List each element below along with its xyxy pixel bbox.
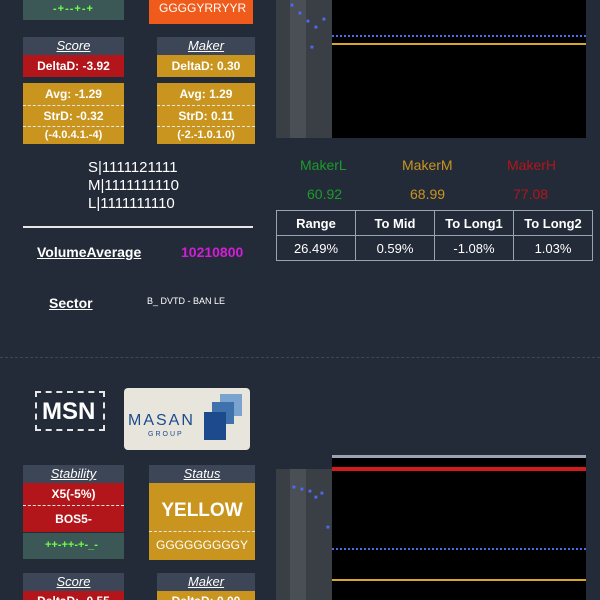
status-card-partial: GGGGYRRYYR [149,0,253,24]
slm-m: M|1111111110 [88,177,179,194]
slm-s: S|1111121111 [88,159,178,176]
status-value: YELLOW [149,483,255,532]
score-header-bottom: Score [23,573,124,591]
table-header: Range [276,210,356,236]
mid-line [332,548,586,550]
volume-value: 10210800 [181,244,244,260]
logo-sub: GROUP [148,431,184,438]
maker-delta: DeltaD: 0.30 [157,55,255,77]
chart-area [332,0,586,138]
score-header: Score [23,37,124,55]
top-line-gray [332,455,586,458]
stability-marks: -+--+-+ [53,3,94,15]
status-sequence: GGGGGGGGGY [149,532,255,560]
sector-value: B_ DVTD - BAN LE [147,296,226,306]
maker-delta-bottom: DeltaD: 0.00 [157,591,255,600]
maker-l-value: 60.92 [307,186,343,202]
price-dots: ■ ■ ■ ■ ■ ■ [290,3,326,51]
maker-header: Maker [157,37,255,55]
long-line [332,43,586,45]
mid-line [332,35,586,37]
stability-marks: ++-++-+-_- [45,539,98,551]
table-header: To Long2 [513,210,593,236]
table-cell: 0.59% [355,235,435,261]
maker-h-name: MakerH [507,157,557,173]
score-avg: Avg: -1.29 [23,83,124,106]
maker-strd: StrD: 0.11 [157,106,255,127]
stability-line2: BOS5- [23,506,124,532]
ticker-label: MSN [42,398,96,425]
score-tuple: (-4.0.4.1.-4) [23,127,124,144]
price-dots: ■ ■ ■ ■ ■ ■ [292,485,330,531]
stability-card-partial: -+--+-+ [23,0,124,20]
divider [23,226,253,228]
table-cell: 26.49% [276,235,356,261]
maker-tuple: (-2.-1.0.1.0) [157,127,255,144]
section-separator [0,357,600,358]
table-cell: -1.08% [434,235,514,261]
stability-line1: X5(-5%) [23,483,124,506]
company-logo: MASAN GROUP [124,388,250,450]
volume-label: VolumeAverage [37,244,142,260]
slm-block: S|1111121111 M|1111111110 L|1111111110 [88,159,208,213]
long-line [332,579,586,581]
ticker-box[interactable]: MSN [35,391,105,431]
slm-l: L|1111111110 [88,195,175,212]
score-strd: StrD: -0.32 [23,106,124,127]
maker-m-value: 68.99 [410,186,446,202]
table-header: To Mid [355,210,435,236]
score-delta-bottom: DeltaD: -0.55 [23,591,124,600]
table-header-row: Range To Mid To Long1 To Long2 [276,210,593,236]
sector-label: Sector [49,295,93,311]
maker-avg: Avg: 1.29 [157,83,255,106]
price-chart-top: ■ ■ ■ ■ ■ ■ [276,0,586,138]
maker-h-value: 77.08 [513,186,549,202]
table-cell: 1.03% [513,235,593,261]
logo-mark [204,394,244,442]
logo-text: MASAN [128,412,195,429]
maker-l-name: MakerL [300,157,347,173]
table-row: 26.49% 0.59% -1.08% 1.03% [276,235,593,261]
status-header: Status [149,465,255,483]
score-delta: DeltaD: -3.92 [23,55,124,77]
price-chart-bottom: ■ ■ ■ ■ ■ ■ [276,455,586,600]
stability-header: Stability [23,465,124,483]
status-sequence: GGGGYRRYYR [159,1,247,15]
maker-header-bottom: Maker [157,573,255,591]
stability-marks-card: ++-++-+-_- [23,533,124,559]
table-header: To Long1 [434,210,514,236]
maker-m-name: MakerM [402,157,453,173]
range-table: Range To Mid To Long1 To Long2 26.49% 0.… [276,210,593,261]
high-line [332,467,586,471]
